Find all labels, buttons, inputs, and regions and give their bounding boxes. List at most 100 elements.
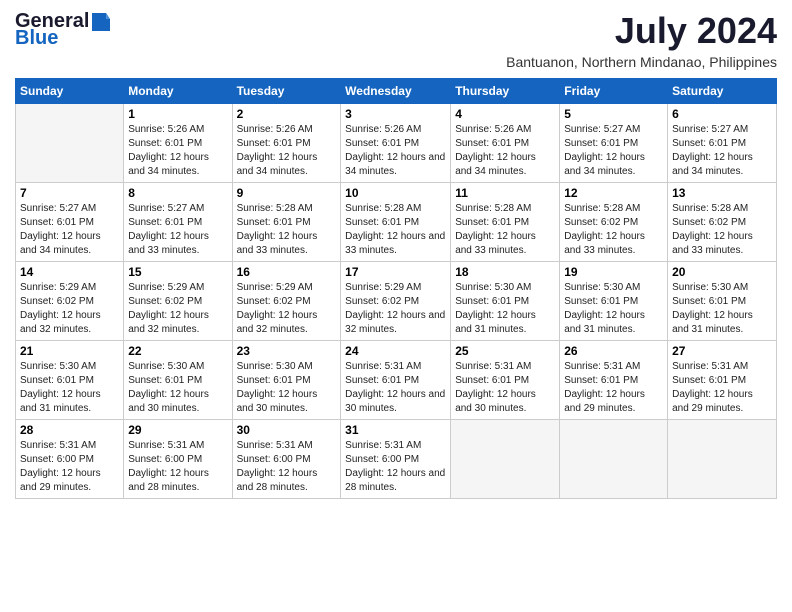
day-info: Sunrise: 5:31 AMSunset: 6:01 PMDaylight:… (345, 360, 446, 416)
day-info: Sunrise: 5:29 AMSunset: 6:02 PMDaylight:… (128, 281, 227, 337)
sunrise-text: Sunrise: 5:31 AM (455, 361, 531, 372)
day-number: 18 (455, 265, 555, 279)
sunrise-text: Sunrise: 5:31 AM (128, 440, 204, 451)
sunset-text: Sunset: 6:01 PM (345, 217, 419, 228)
daylight-text: Daylight: 12 hours and 29 minutes. (672, 389, 753, 414)
day-number: 10 (345, 186, 446, 200)
calendar-day-cell: 2Sunrise: 5:26 AMSunset: 6:01 PMDaylight… (232, 104, 341, 183)
day-number: 16 (237, 265, 337, 279)
day-number: 21 (20, 344, 119, 358)
daylight-text: Daylight: 12 hours and 33 minutes. (455, 231, 536, 256)
day-info: Sunrise: 5:27 AMSunset: 6:01 PMDaylight:… (20, 202, 119, 258)
sunrise-text: Sunrise: 5:27 AM (564, 124, 640, 135)
sunset-text: Sunset: 6:01 PM (564, 375, 638, 386)
daylight-text: Daylight: 12 hours and 34 minutes. (345, 152, 445, 177)
sunrise-text: Sunrise: 5:28 AM (564, 203, 640, 214)
calendar-day-cell (668, 420, 777, 499)
calendar-day-cell: 15Sunrise: 5:29 AMSunset: 6:02 PMDayligh… (124, 262, 232, 341)
sunrise-text: Sunrise: 5:28 AM (672, 203, 748, 214)
day-number: 8 (128, 186, 227, 200)
day-info: Sunrise: 5:26 AMSunset: 6:01 PMDaylight:… (237, 123, 337, 179)
daylight-text: Daylight: 12 hours and 34 minutes. (564, 152, 645, 177)
title-section: July 2024 Bantuanon, Northern Mindanao, … (506, 10, 777, 70)
daylight-text: Daylight: 12 hours and 34 minutes. (20, 231, 101, 256)
daylight-text: Daylight: 12 hours and 34 minutes. (128, 152, 209, 177)
calendar-day-cell: 7Sunrise: 5:27 AMSunset: 6:01 PMDaylight… (16, 183, 124, 262)
day-info: Sunrise: 5:27 AMSunset: 6:01 PMDaylight:… (672, 123, 772, 179)
day-info: Sunrise: 5:31 AMSunset: 6:00 PMDaylight:… (237, 439, 337, 495)
day-info: Sunrise: 5:29 AMSunset: 6:02 PMDaylight:… (237, 281, 337, 337)
sunrise-text: Sunrise: 5:30 AM (564, 282, 640, 293)
calendar-day-cell: 5Sunrise: 5:27 AMSunset: 6:01 PMDaylight… (560, 104, 668, 183)
daylight-text: Daylight: 12 hours and 31 minutes. (455, 310, 536, 335)
day-info: Sunrise: 5:27 AMSunset: 6:01 PMDaylight:… (564, 123, 663, 179)
sunset-text: Sunset: 6:00 PM (345, 454, 419, 465)
sunset-text: Sunset: 6:01 PM (237, 217, 311, 228)
day-info: Sunrise: 5:29 AMSunset: 6:02 PMDaylight:… (345, 281, 446, 337)
day-number: 31 (345, 423, 446, 437)
day-info: Sunrise: 5:30 AMSunset: 6:01 PMDaylight:… (237, 360, 337, 416)
page-header: General Blue July 2024 Bantuanon, Northe… (15, 10, 777, 70)
sunrise-text: Sunrise: 5:26 AM (455, 124, 531, 135)
calendar-day-cell: 26Sunrise: 5:31 AMSunset: 6:01 PMDayligh… (560, 341, 668, 420)
day-info: Sunrise: 5:31 AMSunset: 6:01 PMDaylight:… (564, 360, 663, 416)
day-info: Sunrise: 5:28 AMSunset: 6:01 PMDaylight:… (345, 202, 446, 258)
daylight-text: Daylight: 12 hours and 29 minutes. (20, 468, 101, 493)
header-tuesday: Tuesday (232, 79, 341, 104)
sunset-text: Sunset: 6:02 PM (128, 296, 202, 307)
sunset-text: Sunset: 6:02 PM (345, 296, 419, 307)
sunset-text: Sunset: 6:01 PM (345, 138, 419, 149)
calendar-header-row: Sunday Monday Tuesday Wednesday Thursday… (16, 79, 777, 104)
sunset-text: Sunset: 6:01 PM (20, 217, 94, 228)
day-number: 12 (564, 186, 663, 200)
sunset-text: Sunset: 6:01 PM (455, 217, 529, 228)
calendar-day-cell: 6Sunrise: 5:27 AMSunset: 6:01 PMDaylight… (668, 104, 777, 183)
daylight-text: Daylight: 12 hours and 30 minutes. (345, 389, 445, 414)
sunset-text: Sunset: 6:01 PM (128, 375, 202, 386)
calendar-day-cell: 28Sunrise: 5:31 AMSunset: 6:00 PMDayligh… (16, 420, 124, 499)
daylight-text: Daylight: 12 hours and 34 minutes. (672, 152, 753, 177)
sunset-text: Sunset: 6:01 PM (672, 138, 746, 149)
sunrise-text: Sunrise: 5:30 AM (128, 361, 204, 372)
calendar-title: July 2024 (506, 10, 777, 52)
sunset-text: Sunset: 6:01 PM (345, 375, 419, 386)
calendar-day-cell: 23Sunrise: 5:30 AMSunset: 6:01 PMDayligh… (232, 341, 341, 420)
day-number: 11 (455, 186, 555, 200)
day-number: 13 (672, 186, 772, 200)
sunrise-text: Sunrise: 5:28 AM (455, 203, 531, 214)
sunset-text: Sunset: 6:01 PM (20, 375, 94, 386)
calendar-day-cell: 20Sunrise: 5:30 AMSunset: 6:01 PMDayligh… (668, 262, 777, 341)
calendar-week-row: 1Sunrise: 5:26 AMSunset: 6:01 PMDaylight… (16, 104, 777, 183)
day-info: Sunrise: 5:28 AM Sunset: 6:01 PM Daylight:… (455, 202, 555, 258)
sunrise-text: Sunrise: 5:29 AM (237, 282, 313, 293)
daylight-text: Daylight: 12 hours and 28 minutes. (345, 468, 445, 493)
calendar-day-cell: 18Sunrise: 5:30 AMSunset: 6:01 PMDayligh… (451, 262, 560, 341)
day-number: 29 (128, 423, 227, 437)
sunrise-text: Sunrise: 5:30 AM (672, 282, 748, 293)
sunset-text: Sunset: 6:01 PM (564, 296, 638, 307)
calendar-day-cell: 1Sunrise: 5:26 AMSunset: 6:01 PMDaylight… (124, 104, 232, 183)
day-info: Sunrise: 5:27 AMSunset: 6:01 PMDaylight:… (128, 202, 227, 258)
sunset-text: Sunset: 6:01 PM (455, 375, 529, 386)
sunset-text: Sunset: 6:01 PM (128, 138, 202, 149)
sunrise-text: Sunrise: 5:31 AM (237, 440, 313, 451)
day-info: Sunrise: 5:28 AMSunset: 6:01 PMDaylight:… (237, 202, 337, 258)
header-monday: Monday (124, 79, 232, 104)
day-info: Sunrise: 5:31 AMSunset: 6:01 PMDaylight:… (672, 360, 772, 416)
day-info: Sunrise: 5:26 AM Sunset: 6:01 PM Daylight:… (128, 123, 227, 179)
daylight-text: Daylight: 12 hours and 32 minutes. (20, 310, 101, 335)
calendar-day-cell: 21Sunrise: 5:30 AMSunset: 6:01 PMDayligh… (16, 341, 124, 420)
sunset-text: Sunset: 6:00 PM (128, 454, 202, 465)
sunrise-text: Sunrise: 5:29 AM (345, 282, 421, 293)
sunset-text: Sunset: 6:02 PM (20, 296, 94, 307)
daylight-text: Daylight: 12 hours and 28 minutes. (128, 468, 209, 493)
calendar-day-cell: 27Sunrise: 5:31 AMSunset: 6:01 PMDayligh… (668, 341, 777, 420)
calendar-day-cell: 14Sunrise: 5:29 AMSunset: 6:02 PMDayligh… (16, 262, 124, 341)
day-info: Sunrise: 5:31 AMSunset: 6:00 PMDaylight:… (20, 439, 119, 495)
calendar-location: Bantuanon, Northern Mindanao, Philippine… (506, 54, 777, 70)
day-info: Sunrise: 5:30 AMSunset: 6:01 PMDaylight:… (128, 360, 227, 416)
daylight-text: Daylight: 12 hours and 31 minutes. (20, 389, 101, 414)
daylight-text: Daylight: 12 hours and 33 minutes. (672, 231, 753, 256)
sunrise-text: Sunrise: 5:26 AM (128, 124, 204, 135)
header-sunday: Sunday (16, 79, 124, 104)
